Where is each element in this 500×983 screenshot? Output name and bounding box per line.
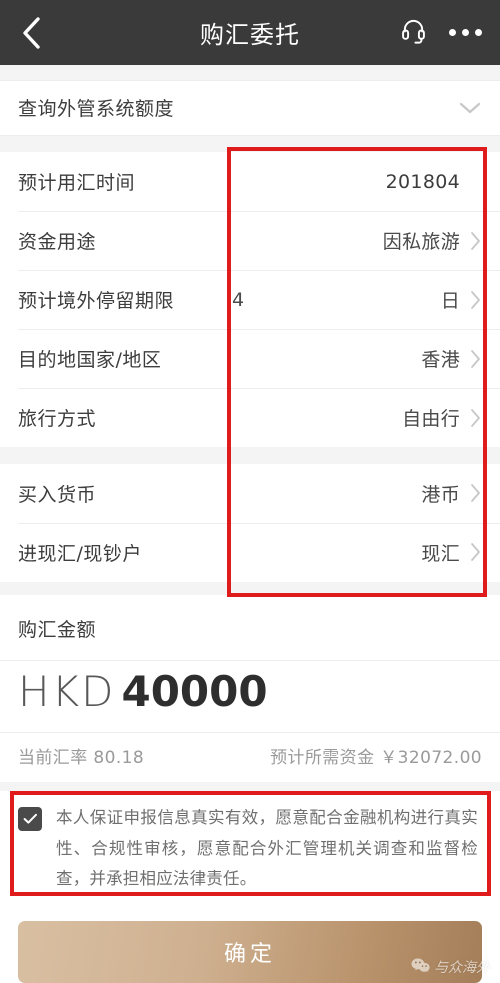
row-label: 预计用汇时间 — [18, 172, 136, 195]
spacer-between-form-groups — [0, 447, 500, 464]
currency-code: HKD — [18, 667, 116, 717]
row-fund-purpose[interactable]: 资金用途 因私旅游 — [0, 211, 500, 271]
more-dots-icon — [449, 29, 482, 36]
chevron-down-icon — [458, 101, 482, 115]
app-screen: 购汇委托 查询外管系统额度 预计用汇时间 201804 资金用途 因私旅游 预计… — [0, 0, 500, 983]
required-funds-label: 预计所需资金 ￥32072.00 — [270, 748, 482, 769]
chevron-right-icon — [470, 349, 482, 369]
agreement-checkbox[interactable] — [18, 807, 42, 832]
confirm-button-container: 确定 — [0, 908, 500, 983]
chevron-left-icon — [20, 16, 42, 50]
purchase-amount-label: 购汇金额 — [18, 619, 97, 642]
customer-support-button[interactable] — [400, 17, 427, 48]
purchase-amount-block: 购汇金额 HKD 40000 当前汇率 80.18 预计所需资金 ￥32072.… — [0, 595, 500, 783]
row-value: 因私旅游 — [382, 231, 460, 254]
navigation-bar: 购汇委托 — [0, 0, 500, 65]
row-label: 旅行方式 — [18, 408, 97, 431]
row-value: 日 — [440, 290, 460, 313]
form-group-currency-details: 买入货币 港币 进现汇/现钞户 现汇 — [0, 463, 500, 582]
more-options-button[interactable] — [449, 29, 482, 36]
form-group-trip-details: 预计用汇时间 201804 资金用途 因私旅游 预计境外停留期限 4 日 目的地… — [0, 152, 500, 448]
agreement-text: 本人保证申报信息真实有效，愿意配合金融机构进行真实性、合规性审核，愿意配合外汇管… — [56, 808, 478, 889]
row-travel-mode[interactable]: 旅行方式 自由行 — [0, 388, 500, 448]
row-label: 进现汇/现钞户 — [18, 542, 142, 565]
row-label: 买入货币 — [18, 483, 97, 506]
chevron-right-icon — [470, 483, 482, 503]
query-quota-row[interactable]: 查询外管系统额度 — [0, 79, 500, 137]
row-label: 目的地国家/地区 — [18, 349, 162, 372]
spacer-above-agreement — [0, 782, 500, 792]
row-account-type[interactable]: 进现汇/现钞户 现汇 — [0, 522, 500, 582]
row-value: 香港 — [421, 349, 460, 372]
row-value: 现汇 — [421, 542, 460, 565]
agreement-section: 本人保证申报信息真实有效，愿意配合金融机构进行真实性、合规性审核，愿意配合外汇管… — [0, 791, 500, 909]
row-expected-usage-time[interactable]: 预计用汇时间 201804 — [0, 152, 500, 212]
row-value: 港币 — [421, 483, 460, 506]
stay-duration-input[interactable]: 4 — [174, 289, 441, 311]
navbar-actions — [400, 17, 500, 48]
check-icon — [23, 810, 38, 829]
row-destination-country[interactable]: 目的地国家/地区 香港 — [0, 329, 500, 389]
chevron-right-icon — [470, 542, 482, 562]
chevron-right-icon — [470, 408, 482, 428]
amount-value: 40000 — [121, 667, 268, 717]
back-button[interactable] — [0, 0, 62, 65]
spacer-above-amount — [0, 581, 500, 596]
current-rate-label: 当前汇率 80.18 — [18, 748, 145, 769]
chevron-right-icon — [470, 290, 482, 310]
row-label: 预计境外停留期限 — [18, 290, 175, 313]
chevron-right-icon — [470, 231, 482, 251]
headset-icon — [400, 17, 427, 48]
confirm-button[interactable]: 确定 — [18, 920, 482, 983]
row-buy-currency[interactable]: 买入货币 港币 — [0, 463, 500, 523]
row-value: 自由行 — [402, 408, 460, 431]
query-quota-label: 查询外管系统额度 — [18, 98, 175, 121]
purchase-amount-input[interactable]: HKD 40000 — [0, 660, 500, 732]
row-value: 201804 — [385, 170, 460, 193]
spacer-below-navbar — [0, 65, 500, 80]
spacer-above-form — [0, 136, 500, 153]
row-label: 资金用途 — [18, 231, 97, 254]
row-overseas-stay-duration[interactable]: 预计境外停留期限 4 日 — [0, 270, 500, 330]
rate-summary-row: 当前汇率 80.18 预计所需资金 ￥32072.00 — [0, 732, 500, 782]
